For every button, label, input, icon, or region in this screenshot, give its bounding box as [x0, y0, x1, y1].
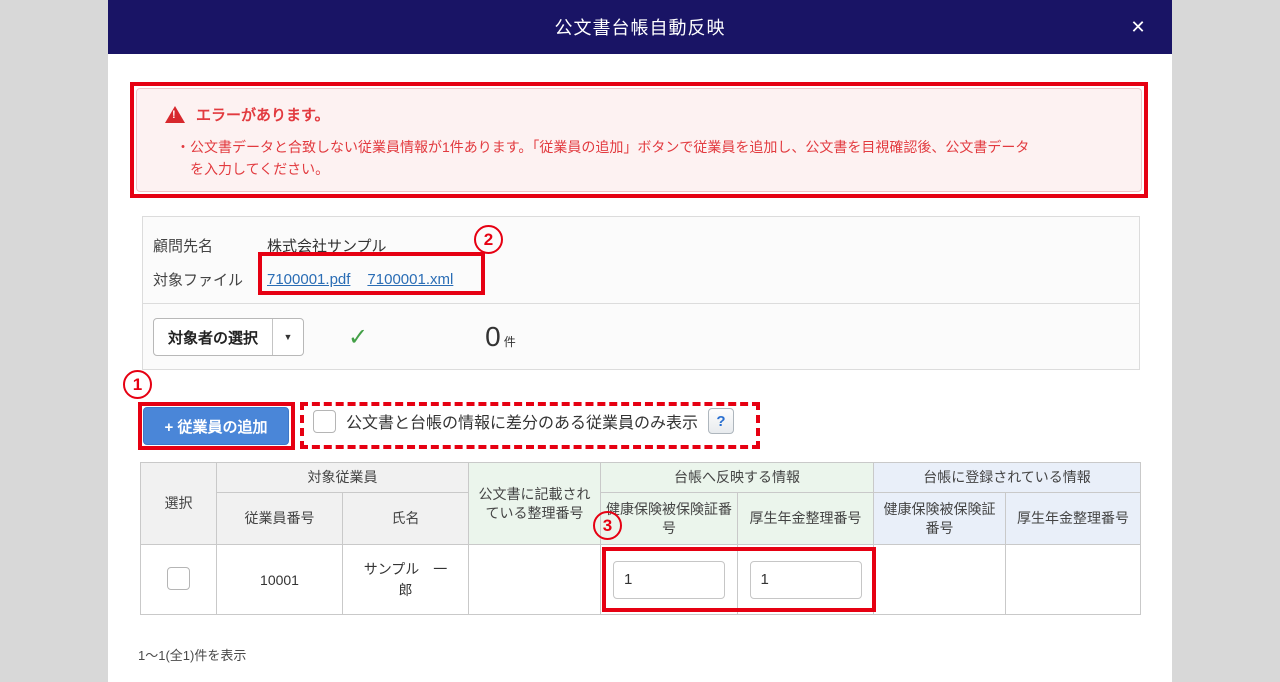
target-files-label: 対象ファイル	[153, 271, 244, 289]
client-row: 顧問先名 株式会社サンプル	[153, 230, 1123, 260]
error-message: ・公文書データと合致しない従業員情報が1件あります。「従業員の追加」ボタンで従業…	[176, 139, 1030, 178]
group-header-reflect-info: 台帳へ反映する情報	[600, 462, 874, 493]
client-file-rows: 顧問先名 株式会社サンプル 対象ファイル 7100001.pdf 7100001…	[143, 217, 1139, 304]
employee-name-cell: サンプル 一郎	[342, 544, 469, 615]
help-icon[interactable]: ?	[708, 408, 735, 434]
dialog-title: 公文書台帳自動反映	[554, 18, 726, 38]
group-header-registered-info: 台帳に登録されている情報	[873, 462, 1141, 493]
registered-health-ins-cell	[873, 544, 1006, 615]
row-select-cell	[140, 544, 217, 615]
xml-file-link[interactable]: 7100001.xml	[367, 271, 453, 288]
reflect-health-ins-input[interactable]	[613, 560, 725, 599]
target-select-row: 対象者の選択 ▼ ✓ 0 件	[143, 304, 1139, 356]
col-header-employee-no: 従業員番号	[216, 492, 343, 545]
employee-name-text: サンプル 一郎	[363, 560, 448, 598]
add-employee-button[interactable]: + 従業員の追加	[143, 407, 289, 445]
col-header-name: 氏名	[342, 492, 469, 545]
pdf-file-link[interactable]: 7100001.pdf	[267, 271, 350, 288]
row-select-checkbox[interactable]	[167, 566, 190, 590]
dialog-header: 公文書台帳自動反映 ✕	[108, 0, 1172, 54]
col-header-select: 選択	[140, 462, 217, 545]
col-header-doc-ref-no: 公文書に記載されている整理番号	[468, 462, 601, 545]
doc-ref-no-cell	[468, 544, 601, 615]
warning-icon: !	[165, 106, 185, 123]
selected-count: 0 件	[485, 321, 516, 353]
target-select-label[interactable]: 対象者の選択	[154, 319, 272, 355]
error-title-text: エラーがあります。	[196, 107, 330, 124]
reflect-pension-cell	[737, 544, 874, 615]
target-file-links: 7100001.pdf 7100001.xml	[267, 271, 453, 288]
page-background: 公文書台帳自動反映 ✕ ! エラーがあります。 ・公文書データと合致しない従業員…	[0, 0, 1280, 682]
pagination-summary: 1〜1(全1)件を表示	[138, 648, 247, 663]
close-icon[interactable]: ✕	[1122, 0, 1154, 54]
diff-filter-checkbox[interactable]	[313, 409, 336, 433]
target-select-button[interactable]: 対象者の選択 ▼	[153, 318, 305, 356]
employee-no-cell: 10001	[216, 544, 343, 615]
employee-table: 選択 対象従業員 公文書に記載されている整理番号 台帳へ反映する情報 台帳に登録…	[140, 462, 1141, 615]
chevron-down-icon[interactable]: ▼	[272, 319, 303, 355]
col-header-reflect-pension-no: 厚生年金整理番号	[737, 492, 874, 545]
check-icon: ✓	[348, 323, 369, 351]
table-row: 10001 サンプル 一郎	[140, 544, 1141, 615]
client-name-value: 株式会社サンプル	[267, 237, 387, 255]
col-header-reflect-health-ins-no: 健康保険被保険証番号	[600, 492, 738, 545]
error-alert: ! エラーがあります。 ・公文書データと合致しない従業員情報が1件あります。「従…	[136, 88, 1142, 192]
reflect-health-ins-cell	[600, 544, 738, 615]
files-row: 対象ファイル 7100001.pdf 7100001.xml	[153, 264, 1123, 294]
diff-filter-label: 公文書と台帳の情報に差分のある従業員のみ表示	[346, 415, 699, 432]
document-info-panel: 顧問先名 株式会社サンプル 対象ファイル 7100001.pdf 7100001…	[142, 216, 1140, 370]
col-header-registered-health-ins-no: 健康保険被保険証番号	[873, 492, 1006, 545]
selected-count-value: 0	[485, 321, 501, 352]
auto-reflect-dialog: 公文書台帳自動反映 ✕ ! エラーがあります。 ・公文書データと合致しない従業員…	[108, 0, 1172, 682]
error-title-row: ! エラーがあります。	[165, 104, 1117, 125]
selected-count-unit: 件	[503, 335, 516, 349]
client-name-label: 顧問先名	[153, 237, 214, 255]
group-header-target-employee: 対象従業員	[216, 462, 469, 493]
registered-pension-cell	[1005, 544, 1141, 615]
reflect-pension-input[interactable]	[749, 560, 862, 599]
annotation-step-1: 1	[123, 370, 152, 399]
diff-filter-row: 公文書と台帳の情報に差分のある従業員のみ表示 ?	[313, 408, 735, 434]
col-header-registered-pension-no: 厚生年金整理番号	[1005, 492, 1141, 545]
